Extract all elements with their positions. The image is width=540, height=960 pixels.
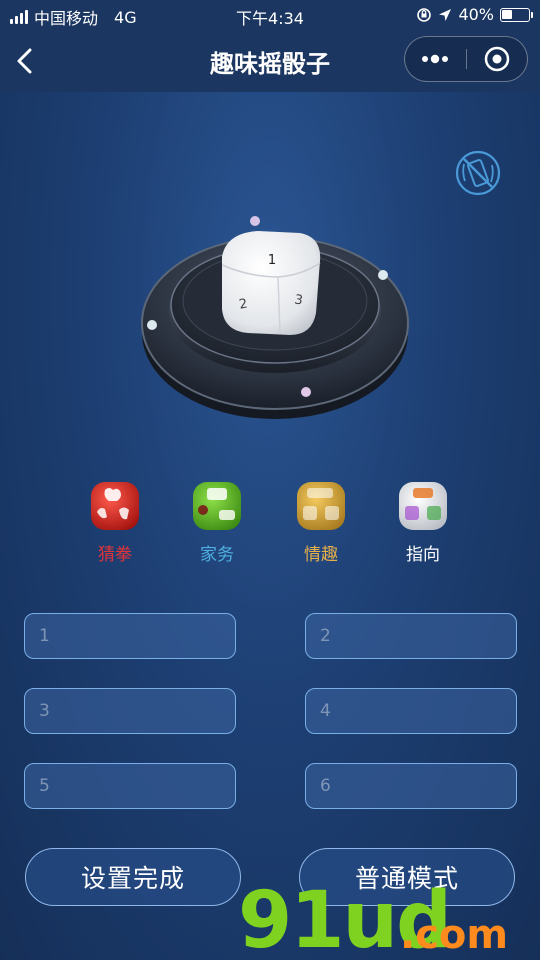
target-circle-icon — [484, 46, 509, 72]
battery-icon — [500, 7, 533, 22]
category-label: 猜拳 — [98, 545, 132, 565]
category-pointing[interactable]: 指向 — [368, 478, 478, 565]
option-input-3[interactable] — [24, 688, 236, 734]
category-housework[interactable]: 家务 — [162, 478, 272, 565]
watermark-logo: 91ud .com — [238, 882, 538, 960]
option-input-4[interactable] — [305, 688, 517, 734]
die-face-top: 1 — [268, 253, 276, 268]
nav-bar: 趣味摇骰子 — [0, 30, 540, 92]
option-input-5[interactable] — [24, 763, 236, 809]
option-input-1[interactable] — [24, 613, 236, 659]
mini-program-capsule — [404, 36, 528, 82]
more-dots-icon — [422, 54, 449, 64]
phone-shake-off-icon[interactable] — [455, 150, 501, 196]
fun-die-icon — [297, 482, 345, 530]
category-fun[interactable]: 情趣 — [266, 478, 376, 565]
close-button[interactable] — [467, 37, 528, 81]
option-input-6[interactable] — [305, 763, 517, 809]
category-label: 家务 — [200, 545, 234, 565]
finish-setup-button[interactable]: 设置完成 — [25, 848, 241, 906]
category-guess-fist[interactable]: 猜拳 — [60, 478, 170, 565]
category-label: 指向 — [406, 545, 440, 565]
app-root: 中国移动 4G 下午4:34 40% 趣味摇骰子 1 2 3 猜拳 家务 情趣 … — [0, 0, 540, 960]
dice-category-list: 猜拳 家务 情趣 指向 — [60, 478, 480, 588]
category-label: 情趣 — [304, 545, 338, 565]
housework-die-icon — [193, 482, 241, 530]
rock-paper-scissors-die-icon — [91, 482, 139, 530]
option-input-2[interactable] — [305, 613, 517, 659]
battery-percent: 40% — [458, 5, 494, 24]
more-button[interactable] — [405, 37, 466, 81]
watermark-suffix: .com — [400, 912, 509, 958]
location-arrow-icon — [439, 8, 452, 21]
status-bar: 中国移动 4G 下午4:34 40% — [0, 0, 540, 30]
dice-plate[interactable]: 1 2 3 — [130, 205, 420, 435]
rotation-lock-icon — [417, 7, 432, 22]
pointing-die-icon — [399, 482, 447, 530]
